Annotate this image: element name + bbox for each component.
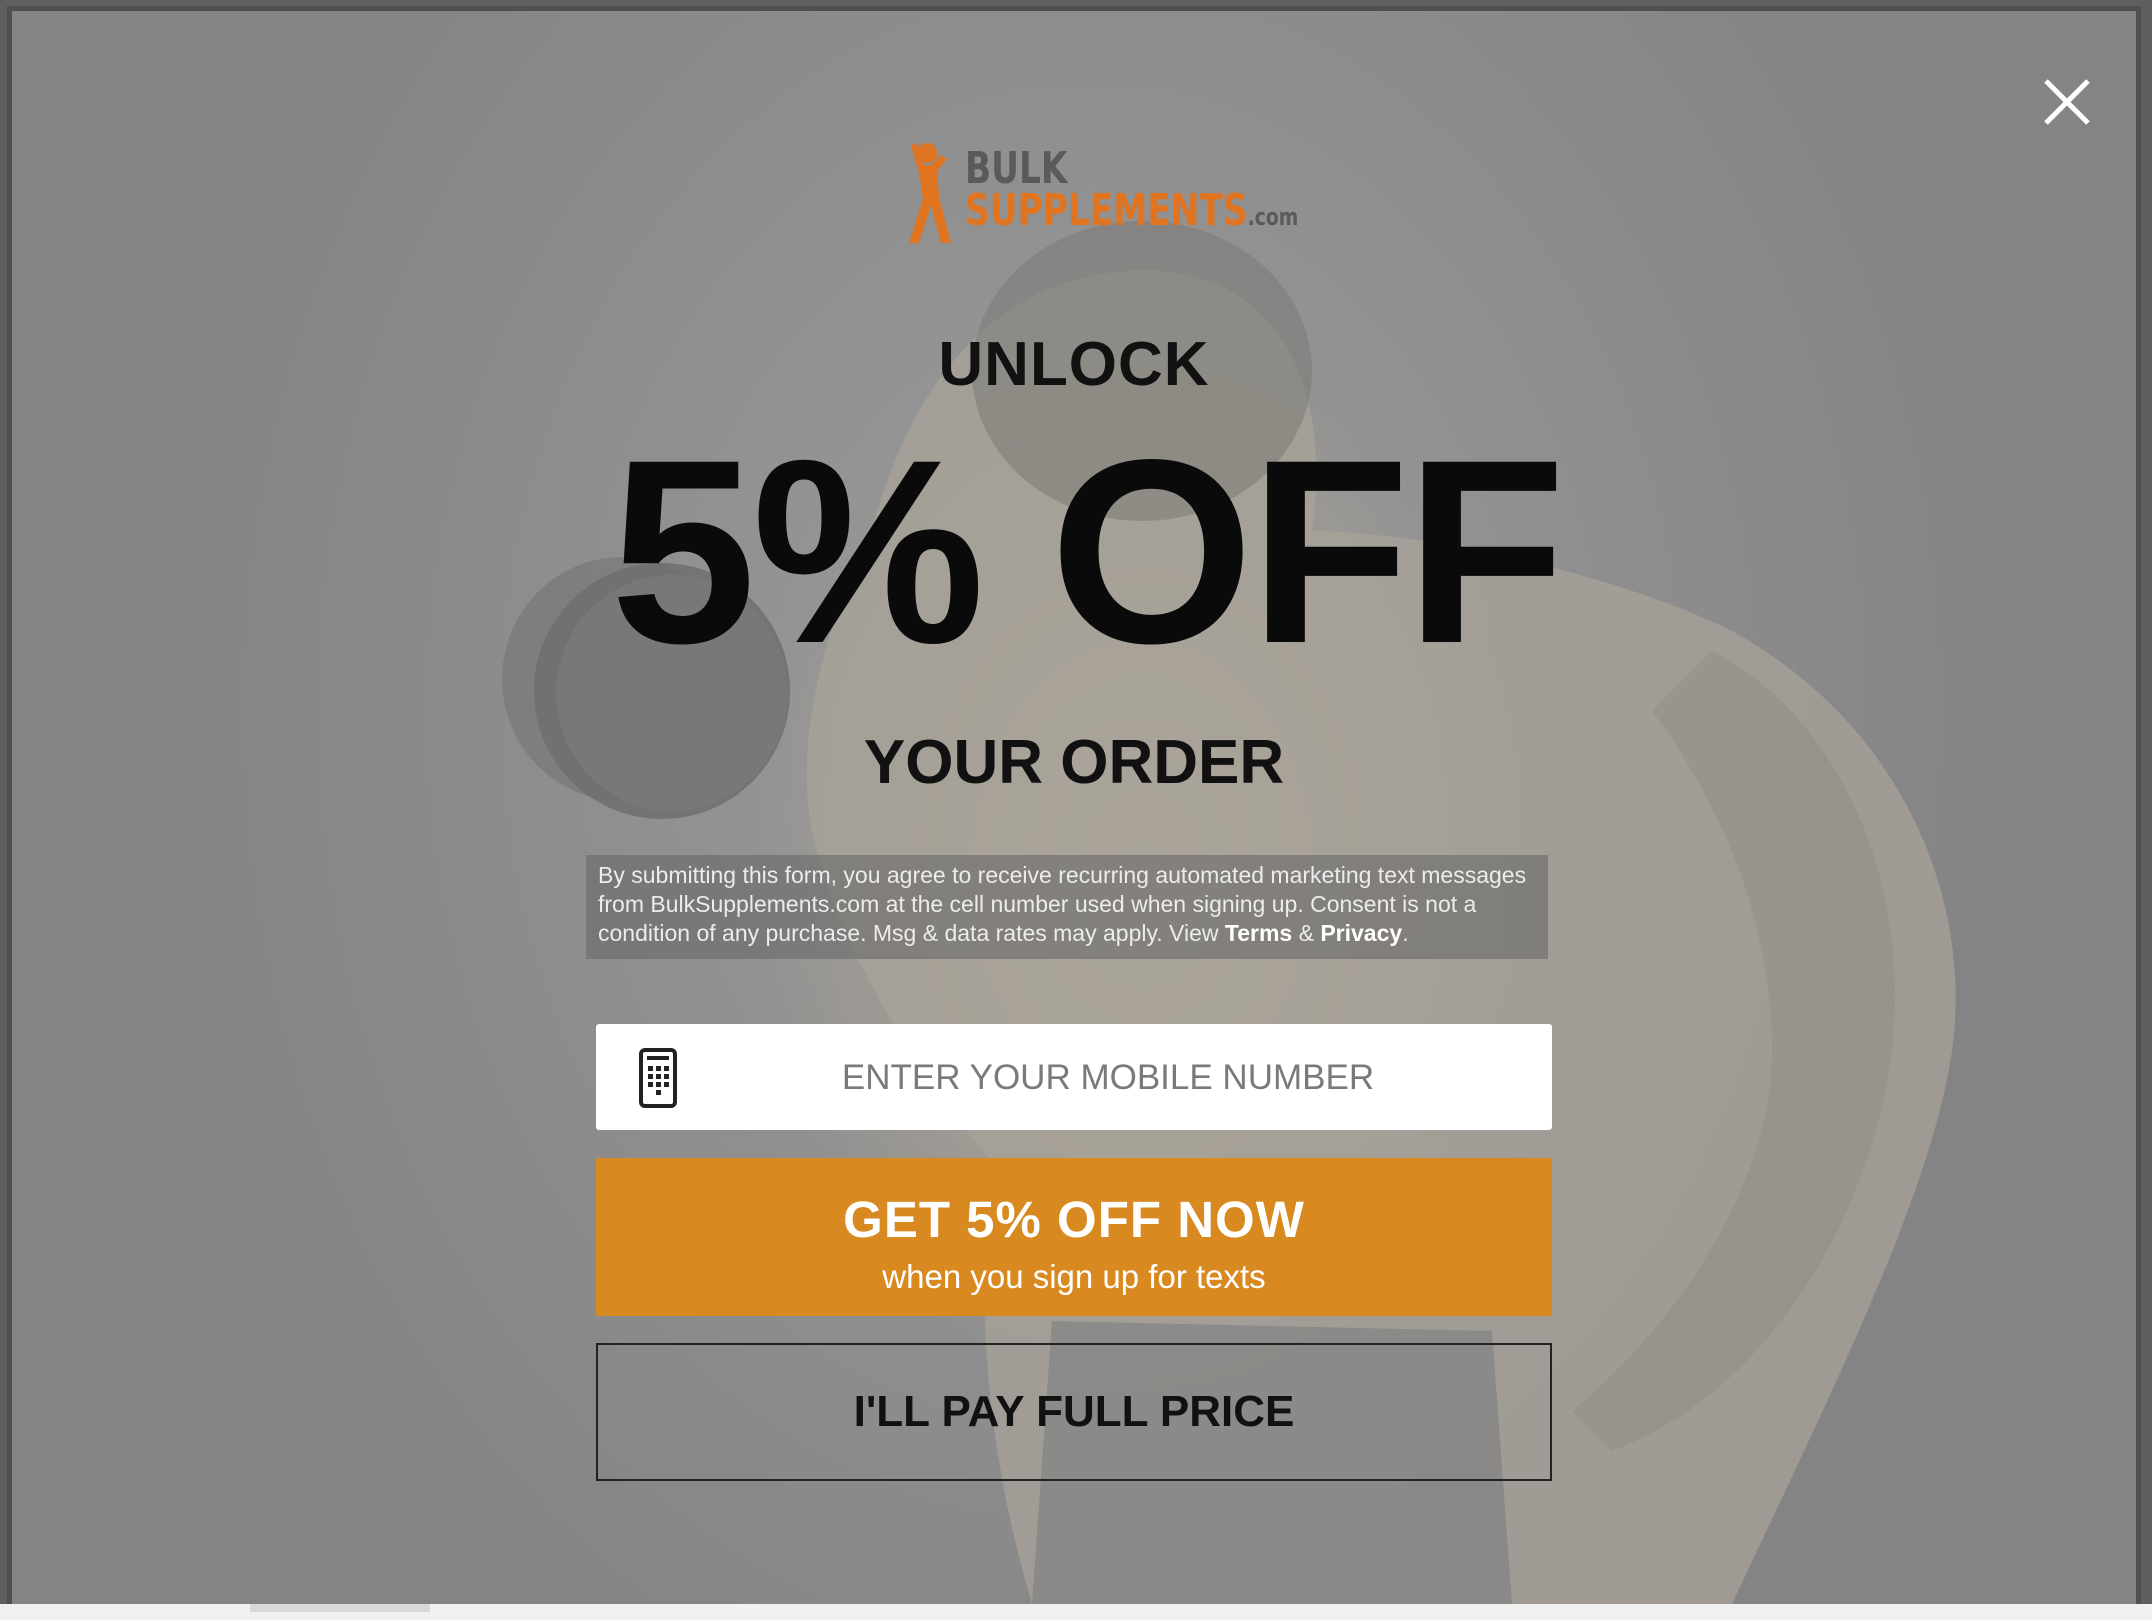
disclaimer-end: . — [1402, 920, 1409, 946]
close-button[interactable] — [2038, 73, 2096, 131]
privacy-link[interactable]: Privacy — [1320, 920, 1402, 946]
logo-supplements-text: SUPPLEMENTS — [965, 185, 1248, 236]
decline-offer-button[interactable]: I'LL PAY FULL PRICE — [596, 1343, 1552, 1481]
mobile-phone-icon — [639, 1048, 677, 1108]
headline-unlock: UNLOCK — [938, 330, 1210, 399]
mobile-number-field[interactable] — [596, 1024, 1552, 1132]
cta-sub-label: when you sign up for texts — [882, 1258, 1266, 1295]
athlete-figure-icon — [909, 143, 951, 243]
brand-logo: BULK SUPPLEMENTS.com — [897, 139, 1298, 249]
headline-offer: 5% OFF — [610, 405, 1565, 698]
decline-label: I'LL PAY FULL PRICE — [853, 1387, 1295, 1436]
cta-main-label: GET 5% OFF NOW — [843, 1191, 1305, 1248]
close-icon — [2044, 79, 2090, 125]
terms-link[interactable]: Terms — [1225, 920, 1292, 946]
discount-popup: BULK SUPPLEMENTS.com UNLOCK 5% OFF YOUR … — [12, 11, 2136, 1604]
logo-line-supplements: SUPPLEMENTS.com — [965, 185, 1298, 236]
page-bottom-tab — [250, 1604, 430, 1612]
logo-com-suffix: .com — [1247, 203, 1299, 231]
sms-consent-disclaimer: By submitting this form, you agree to re… — [586, 855, 1548, 959]
disclaimer-joiner: & — [1292, 920, 1321, 946]
mobile-number-input[interactable] — [706, 1024, 1510, 1132]
get-discount-button[interactable]: GET 5% OFF NOW when you sign up for text… — [596, 1158, 1552, 1316]
headline-your-order: YOUR ORDER — [863, 728, 1285, 797]
